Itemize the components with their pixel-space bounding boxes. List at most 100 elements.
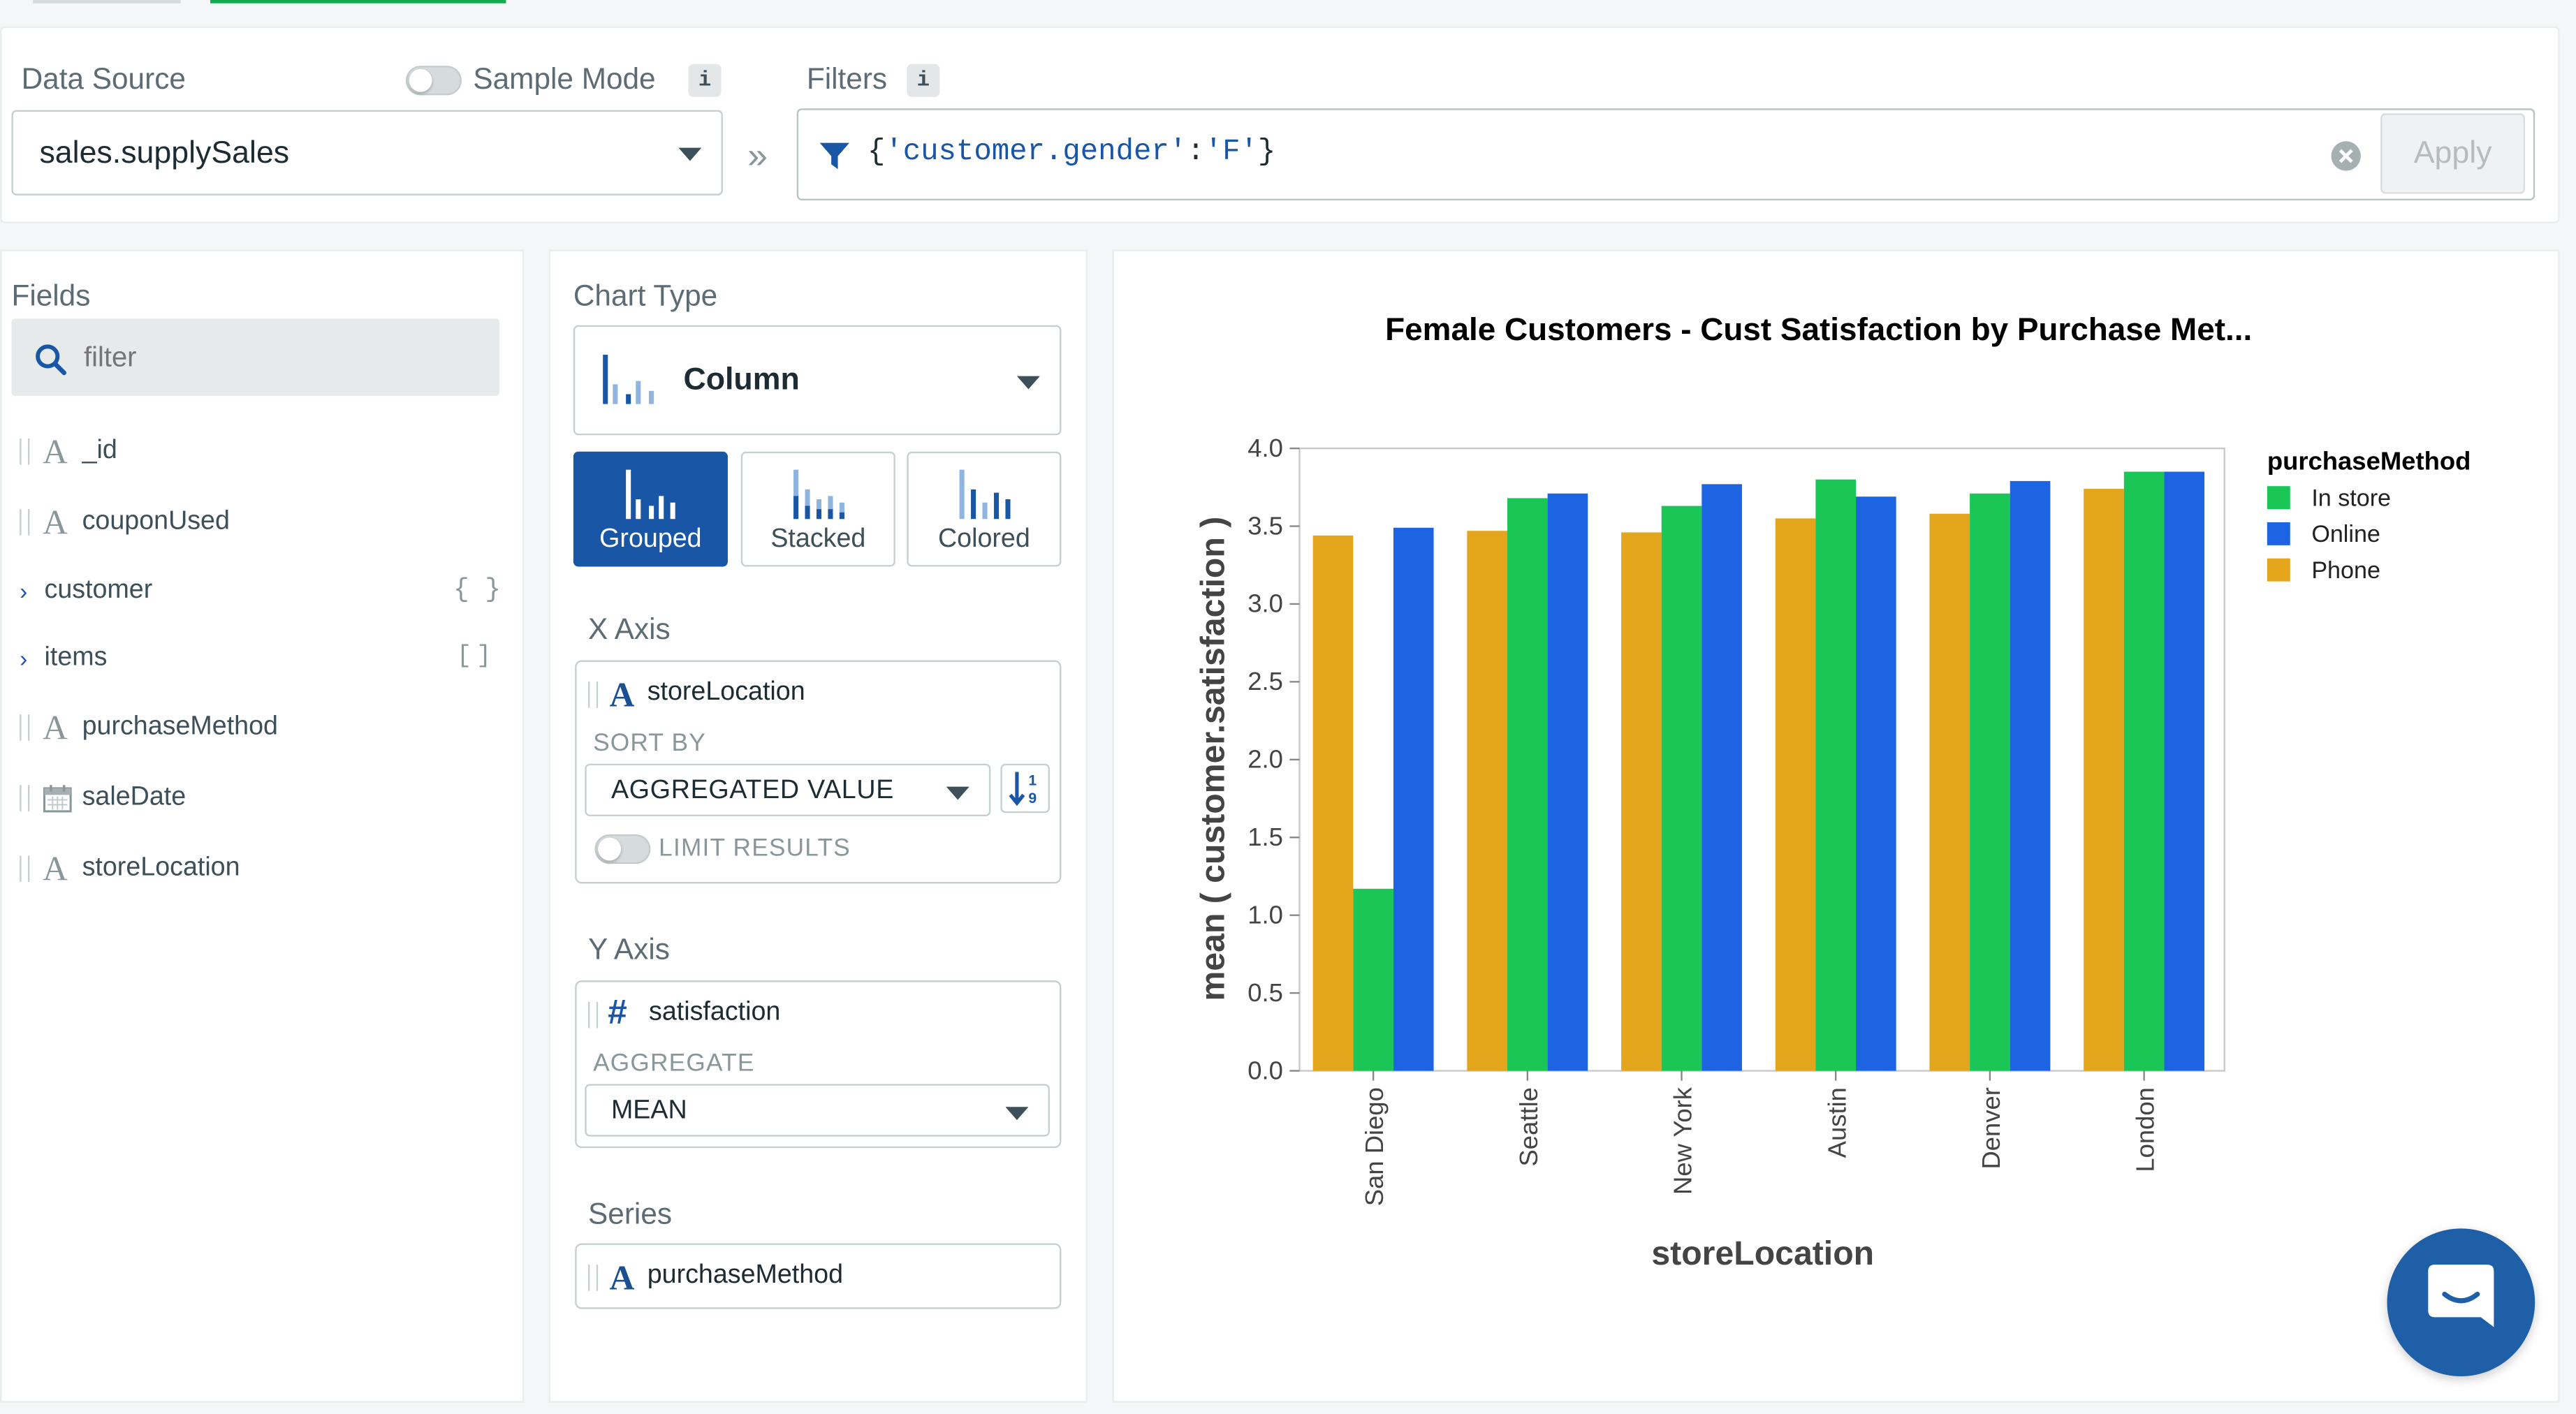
y-axis-field[interactable]: satisfaction [649, 999, 780, 1028]
bar-phone[interactable] [1929, 513, 1970, 1071]
sample-mode-info-icon[interactable]: i [688, 64, 722, 97]
bar-phone[interactable] [1775, 518, 1816, 1071]
bar-online[interactable] [1702, 484, 1742, 1071]
string-icon: A [43, 848, 68, 888]
field-item-id[interactable]: A _id [20, 431, 117, 471]
x-tick-label: New York [1669, 1087, 1697, 1195]
y-axis-title: Y Axis [588, 932, 670, 966]
series-title: Series [588, 1197, 673, 1230]
x-axis-field[interactable]: storeLocation [647, 678, 805, 707]
y-tick-label: 3.0 [1247, 589, 1283, 618]
field-label: saleDate [82, 783, 186, 811]
field-label: items [44, 644, 108, 672]
filter-query-input[interactable]: {'customer.gender':'F'} Apply [796, 108, 2535, 200]
bar-in-store[interactable] [1661, 506, 1702, 1071]
datasource-select[interactable]: sales.supplySales [11, 110, 723, 196]
y-tick-label: 4.0 [1247, 434, 1283, 462]
bar-series [1312, 471, 2205, 1071]
chart-legend: In store Online Phone [2267, 485, 2391, 584]
svg-text:1: 1 [1028, 772, 1037, 788]
bar-in-store[interactable] [1970, 493, 2010, 1071]
bar-in-store[interactable] [1353, 888, 1393, 1071]
field-item-saledate[interactable]: saleDate [20, 779, 186, 818]
field-item-customer[interactable]: › customer [20, 572, 152, 611]
datasource-label: Data Source [21, 62, 186, 96]
calendar-icon [43, 785, 72, 813]
chevron-down-icon [1005, 1107, 1029, 1121]
bar-online[interactable] [1393, 527, 1434, 1071]
top-tab-active-indicator[interactable] [210, 0, 506, 3]
x-axis-title: X Axis [588, 612, 671, 646]
limit-results-label: LIMIT RESULTS [659, 834, 851, 862]
series-encoding-box[interactable]: A purchaseMethod [575, 1243, 1062, 1309]
bar-phone[interactable] [1312, 535, 1354, 1071]
stacked-label: Stacked [770, 525, 866, 554]
chart-type-select[interactable]: Column [573, 325, 1062, 436]
colored-variant-button[interactable]: Colored [907, 451, 1062, 567]
chart-type-value: Column [683, 362, 800, 398]
y-tick-label: 3.5 [1247, 511, 1283, 540]
y-tick-label: 2.0 [1247, 745, 1283, 774]
drag-handle-icon[interactable] [20, 509, 30, 536]
top-tab-inactive[interactable] [33, 0, 181, 3]
sort-order-icon: 1 9 [1009, 772, 1037, 807]
drag-handle-icon[interactable] [588, 682, 599, 708]
field-item-items[interactable]: › items [20, 639, 107, 678]
x-tick-label: Austin [1822, 1087, 1851, 1158]
x-axis-label: storeLocation [1651, 1235, 1874, 1272]
number-icon: # [608, 993, 627, 1032]
series-field[interactable]: purchaseMethod [647, 1261, 843, 1290]
legend-title: purchaseMethod [2267, 447, 2471, 476]
drag-handle-icon[interactable] [20, 785, 30, 811]
drag-handle-icon[interactable] [20, 714, 30, 741]
y-tick-label: 0.0 [1247, 1056, 1283, 1084]
fields-panel [0, 249, 525, 1403]
chart-type-title: Chart Type [573, 279, 718, 312]
drag-handle-icon[interactable] [588, 1265, 599, 1291]
grouped-variant-button[interactable]: Grouped [573, 451, 728, 567]
drag-handle-icon[interactable] [20, 438, 30, 465]
x-tick-label: London [2131, 1087, 2160, 1172]
aggregate-select[interactable]: MEAN [585, 1084, 1050, 1137]
sort-by-value: AGGREGATED VALUE [610, 776, 895, 805]
bar-online[interactable] [2010, 480, 2051, 1071]
svg-text:9: 9 [1028, 790, 1037, 807]
drag-handle-icon[interactable] [588, 1001, 599, 1029]
sort-by-select[interactable]: AGGREGATED VALUE [585, 763, 991, 816]
field-item-storelocation[interactable]: A storeLocation [20, 848, 240, 888]
limit-results-toggle[interactable] [594, 834, 651, 864]
sample-mode-label: Sample Mode [473, 62, 656, 96]
bar-online[interactable] [1856, 496, 1896, 1071]
bar-online[interactable] [1547, 493, 1588, 1071]
stacked-variant-button[interactable]: Stacked [740, 451, 895, 567]
y-tick-label: 1.0 [1247, 900, 1283, 929]
bar-in-store[interactable] [2123, 471, 2165, 1071]
bar-in-store[interactable] [1507, 498, 1548, 1071]
aggregate-label: AGGREGATE [593, 1049, 755, 1077]
bar-phone[interactable] [1621, 532, 1662, 1071]
bar-phone[interactable] [1467, 531, 1507, 1071]
field-item-couponused[interactable]: A couponUsed [20, 502, 230, 542]
chevron-right-icon[interactable]: › [20, 578, 44, 605]
query-close-brace: } [1257, 136, 1276, 170]
grouped-column-icon [626, 469, 675, 520]
clear-filter-icon[interactable] [2329, 140, 2362, 172]
filters-info-icon[interactable]: i [907, 64, 940, 97]
sort-direction-button[interactable]: 1 9 [1000, 763, 1050, 813]
sample-mode-toggle[interactable] [405, 66, 462, 96]
chevron-right-icon[interactable]: › [20, 645, 44, 672]
chat-launcher-button[interactable] [2387, 1228, 2535, 1377]
field-item-purchasemethod[interactable]: A purchaseMethod [20, 707, 278, 747]
fields-search-input[interactable] [80, 334, 482, 381]
fields-search-box[interactable] [11, 318, 500, 396]
legend-label: Online [2311, 521, 2380, 547]
bar-online[interactable] [2164, 471, 2205, 1071]
apply-button[interactable]: Apply [2380, 113, 2526, 194]
bar-phone[interactable] [2084, 489, 2124, 1071]
chevron-down-icon [1016, 376, 1040, 390]
legend-swatch [2267, 522, 2290, 545]
x-tick-label: Denver [1977, 1087, 2005, 1169]
bar-in-store[interactable] [1815, 479, 1857, 1071]
drag-handle-icon[interactable] [20, 855, 30, 883]
apply-label: Apply [2413, 136, 2492, 171]
